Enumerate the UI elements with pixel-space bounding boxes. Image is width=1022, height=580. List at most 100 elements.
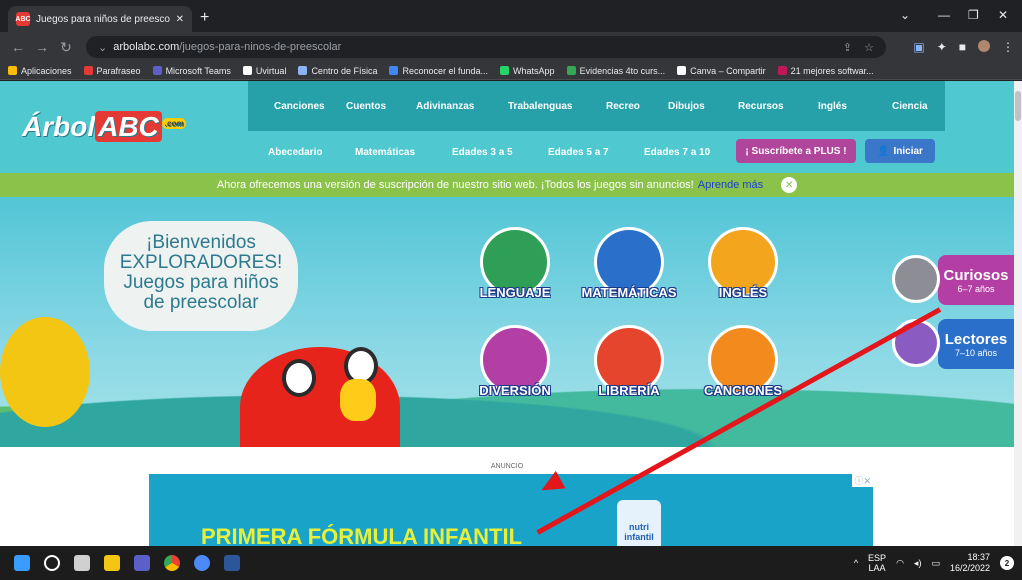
chrome-profile-icon[interactable] (194, 555, 210, 571)
bookmark-item[interactable]: Microsoft Teams (152, 65, 231, 76)
logo-abc: ABC (95, 111, 162, 142)
restore-icon[interactable]: ❐ (968, 8, 979, 22)
hero-banner: ¡Bienvenidos EXPLORADORES! Juegos para niñ… (0, 197, 1014, 447)
lectores-character-icon[interactable] (892, 319, 940, 367)
tray-overflow-icon[interactable]: ^ (854, 558, 858, 568)
bookmark-icon (777, 66, 787, 75)
task-view-icon[interactable] (74, 555, 90, 571)
clock[interactable]: 18:37 16/2/2022 (950, 552, 990, 574)
nav-item[interactable]: Dibujos (668, 101, 705, 112)
address-bar[interactable]: ⌄ arbolabc.com /juegos-para-ninos-de-pre… (86, 36, 886, 58)
bookmark-item[interactable]: Reconocer el funda... (389, 66, 488, 76)
language-indicator[interactable]: ESP LAA (868, 553, 886, 573)
subscribe-plus-button[interactable]: ¡ Suscríbete a PLUS ! (736, 139, 856, 163)
nav-item[interactable]: Recreo (606, 101, 640, 112)
site-logo[interactable]: Árbol ABC .com (22, 111, 187, 143)
nav-item[interactable]: Recursos (738, 101, 784, 112)
nav-sub-item[interactable]: Edades 3 a 5 (452, 147, 513, 158)
nav-item[interactable]: Adivinanzas (416, 101, 474, 112)
notification-badge[interactable]: 2 (1000, 556, 1014, 570)
teams-icon[interactable] (134, 555, 150, 571)
subscription-notice: Ahora ofrecemos una versión de suscripci… (0, 173, 1014, 197)
close-window-icon[interactable]: ✕ (998, 8, 1008, 22)
minimize-icon[interactable]: — (938, 8, 950, 22)
nav-sub-item[interactable]: Edades 5 a 7 (548, 147, 609, 158)
nav-sub-item[interactable]: Matemáticas (355, 147, 415, 158)
new-tab-icon[interactable]: + (200, 9, 209, 27)
learn-more-link[interactable]: Aprende más (698, 179, 763, 191)
windows-start-icon[interactable] (14, 555, 30, 571)
bookmark-label: Aplicaciones (21, 65, 72, 76)
login-button[interactable]: 👤 Iniciar (865, 139, 935, 163)
nav-item[interactable]: Ciencia (892, 101, 928, 112)
bookmark-label: 21 mejores softwar... (790, 65, 874, 76)
curiosos-tab[interactable]: Curiosos 6–7 años (938, 255, 1014, 305)
bookmark-icon (677, 66, 687, 75)
main-nav: Canciones Cuentos Adivinanzas Trabalenguas R… (248, 81, 945, 131)
battery-icon[interactable]: ▭ (931, 558, 940, 569)
bookmark-item[interactable]: Uvirtual (242, 65, 287, 76)
bookmark-label: Uvirtual (255, 65, 287, 76)
nav-item[interactable]: Canciones (274, 101, 325, 112)
bookmark-label: Reconocer el funda... (402, 65, 489, 76)
user-icon: 👤 (877, 145, 890, 157)
lang-bottom: LAA (868, 563, 886, 573)
bookmark-icon (500, 66, 510, 75)
tab-close-icon[interactable]: ✕ (176, 14, 184, 25)
menu-icon[interactable]: ⋮ (1002, 40, 1014, 54)
bookmark-label: Microsoft Teams (165, 65, 231, 76)
back-icon[interactable]: ← (6, 39, 30, 55)
nav-item[interactable]: Inglés (818, 101, 847, 112)
raccoon-icon[interactable] (892, 255, 940, 303)
forward-icon[interactable]: → (30, 39, 54, 55)
chrome-icon[interactable] (164, 555, 180, 571)
wifi-icon[interactable]: ◠ (896, 558, 904, 569)
browser-tab[interactable]: ABC Juegos para niños de preescolar ✕ (8, 6, 192, 32)
nav-item[interactable]: Cuentos (346, 101, 386, 112)
reload-icon[interactable]: ↻ (54, 39, 78, 56)
welcome-line: ¡Bienvenidos (146, 232, 256, 253)
advertisement[interactable]: PRIMERA FÓRMULA INFANTIL nutri infantil … (149, 474, 873, 546)
bookmark-icon (152, 66, 162, 75)
bookmark-star-icon[interactable]: ☆ (864, 41, 874, 54)
windows-taskbar: ^ ESP LAA ◠ ◂) ▭ 18:37 16/2/2022 2 (0, 546, 1022, 580)
curiosos-subtitle: 6–7 años (957, 283, 995, 294)
scrollbar-thumb[interactable] (1015, 91, 1021, 121)
lectores-title: Lectores (944, 330, 1008, 348)
system-tray: ^ ESP LAA ◠ ◂) ▭ 18:37 16/2/2022 2 (854, 546, 1014, 580)
category-label: INGLÉS (718, 285, 768, 300)
bookmark-item[interactable]: WhatsApp (500, 66, 555, 76)
lectores-tab[interactable]: Lectores 7–10 años (938, 319, 1014, 369)
site-header: Árbol ABC .com Canciones Cuentos Adivinanzas… (0, 81, 1014, 173)
category-label: LIBRERÍA (598, 383, 660, 398)
ad-close-icon[interactable]: ⓘ✕ (852, 474, 873, 487)
bookmark-label: Evidencias 4to curs... (579, 65, 666, 76)
nav-item[interactable]: Trabalenguas (508, 101, 572, 112)
bookmark-item[interactable]: Aplicaciones (8, 66, 72, 76)
notice-close-icon[interactable]: ✕ (781, 177, 798, 193)
page-scrollbar[interactable] (1014, 81, 1022, 546)
file-explorer-icon[interactable] (104, 555, 120, 571)
search-icon[interactable] (44, 555, 60, 571)
extensions-puzzle-icon[interactable]: ✦ (937, 40, 947, 54)
nav-sub-item[interactable]: Edades 7 a 10 (644, 147, 710, 158)
site-info-icon[interactable]: ⌄ (98, 41, 107, 54)
tab-search-icon[interactable]: ⌄ (900, 8, 910, 22)
bookmark-item[interactable]: 21 mejores softwar... (777, 65, 874, 76)
bookmark-icon (8, 66, 17, 75)
bookmark-item[interactable]: Evidencias 4to curs... (566, 65, 666, 76)
lang-top: ESP (868, 553, 887, 563)
extension-icon[interactable]: ▣ (913, 40, 924, 54)
site-favicon-icon: ABC (15, 12, 31, 26)
nav-sub-item[interactable]: Abecedario (268, 147, 322, 158)
bookmark-item[interactable]: Parafraseo (83, 66, 141, 76)
volume-icon[interactable]: ◂) (914, 558, 922, 569)
bookmark-item[interactable]: Centro de Física (298, 66, 377, 76)
word-icon[interactable] (224, 555, 240, 571)
bookmark-item[interactable]: Canva – Compartir (677, 66, 766, 76)
ad-brand-bottom: infantil (624, 532, 654, 542)
clock-date: 16/2/2022 (949, 563, 990, 573)
side-panel-icon[interactable]: ■ (959, 40, 966, 54)
profile-avatar[interactable] (978, 40, 990, 52)
share-icon[interactable]: ⇪ (843, 41, 852, 54)
